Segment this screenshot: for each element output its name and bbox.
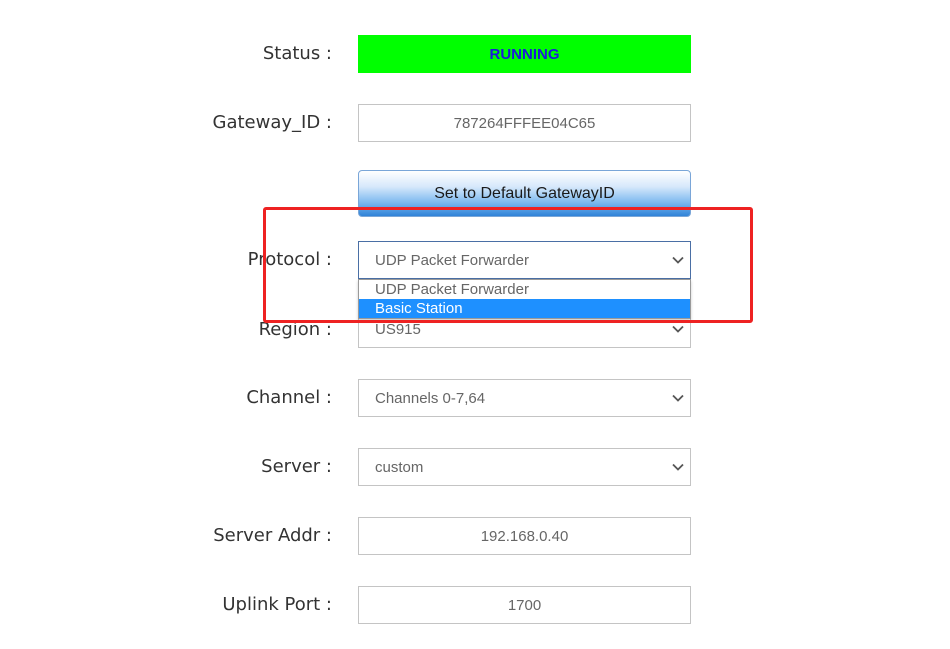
uplink-port-label: Uplink Port : <box>222 594 332 615</box>
chevron-down-icon <box>672 394 684 402</box>
server-label: Server : <box>261 456 332 477</box>
server-selected-value: custom <box>375 458 424 476</box>
highlight-annotation-box <box>263 207 753 323</box>
status-label: Status : <box>262 43 332 64</box>
server-addr-label: Server Addr : <box>213 525 332 546</box>
gateway-id-value: 787264FFFEE04C65 <box>453 114 596 132</box>
chevron-down-icon <box>672 463 684 471</box>
chevron-down-icon <box>672 325 684 333</box>
server-addr-field[interactable]: 192.168.0.40 <box>358 517 691 555</box>
gateway-id-field[interactable]: 787264FFFEE04C65 <box>358 104 691 142</box>
gateway-id-label: Gateway_ID : <box>212 112 332 133</box>
channel-select[interactable]: Channels 0-7,64 <box>358 379 691 417</box>
uplink-port-value: 1700 <box>507 596 542 614</box>
server-addr-value: 192.168.0.40 <box>480 527 569 545</box>
status-badge: RUNNING <box>358 35 691 73</box>
channel-label: Channel : <box>246 387 332 408</box>
uplink-port-field[interactable]: 1700 <box>358 586 691 624</box>
server-select[interactable]: custom <box>358 448 691 486</box>
channel-selected-value: Channels 0-7,64 <box>375 389 486 407</box>
